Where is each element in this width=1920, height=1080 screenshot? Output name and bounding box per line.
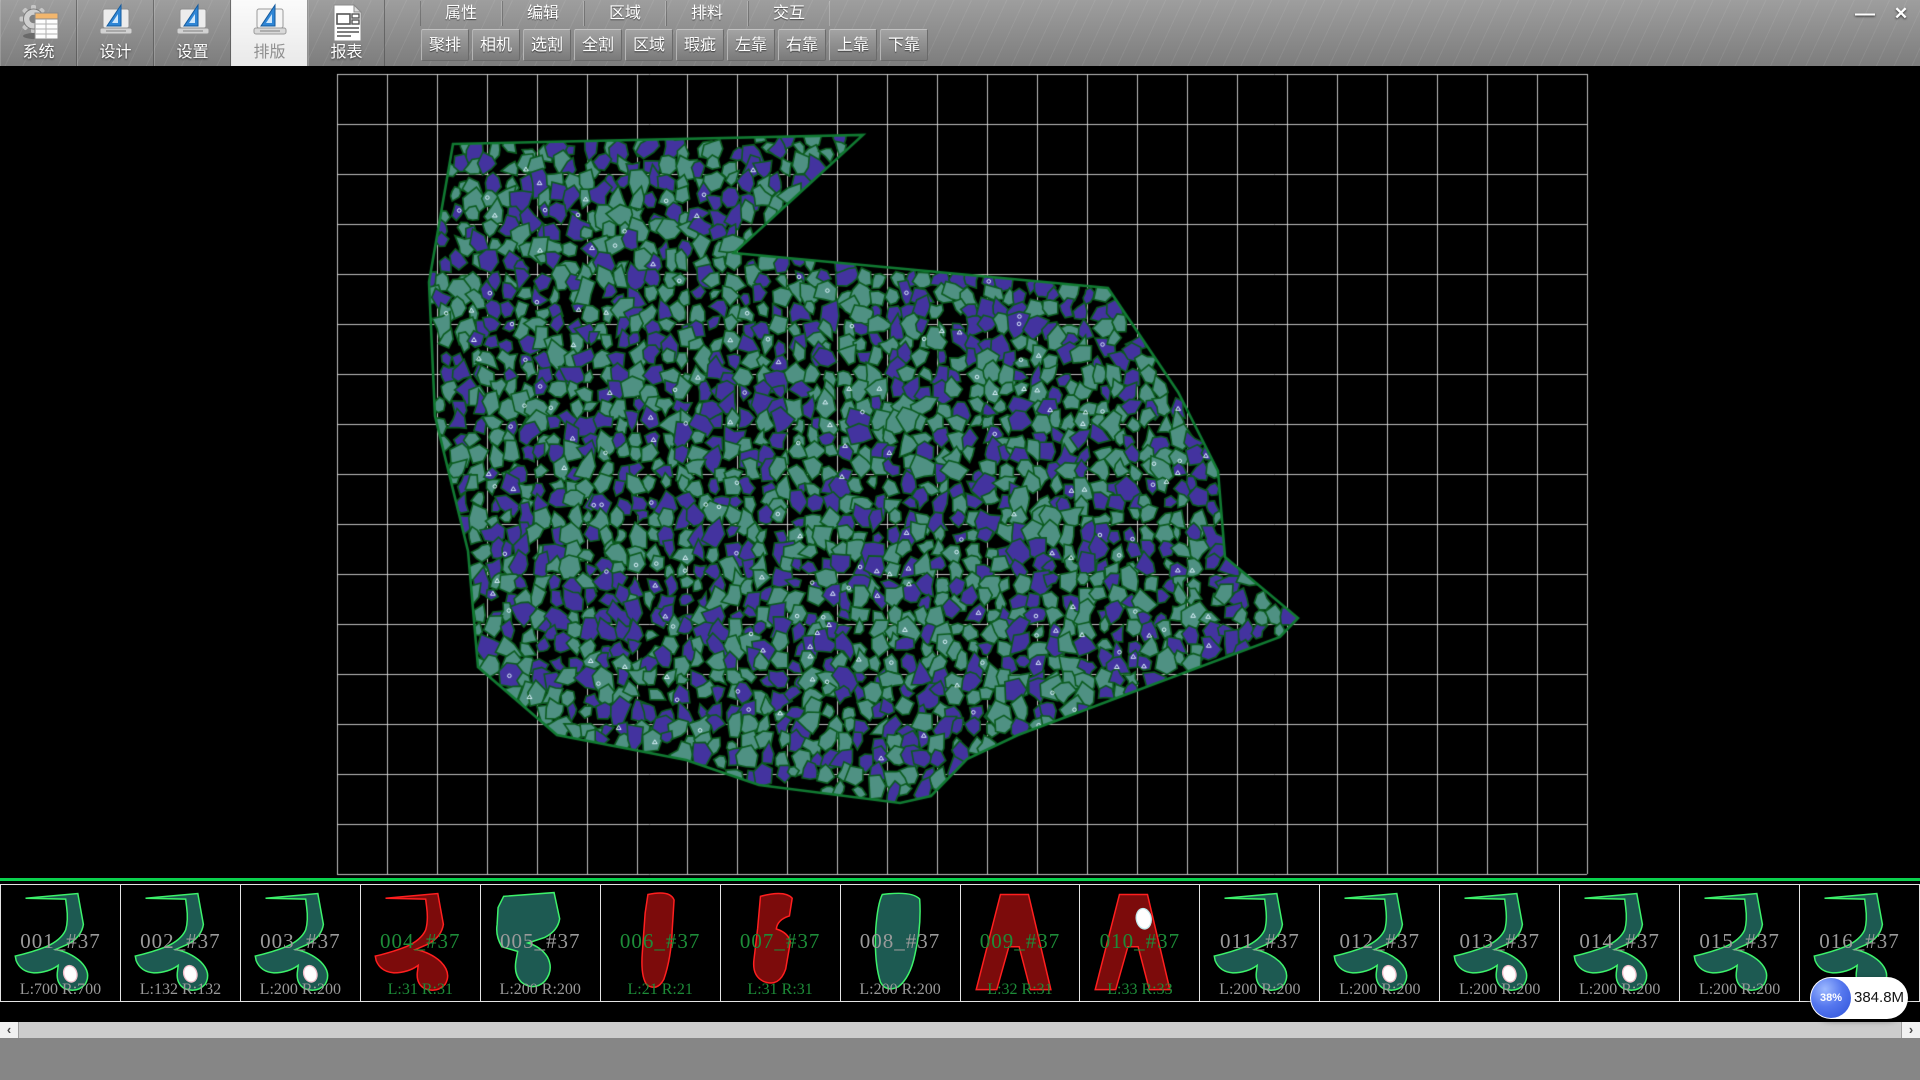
bottom-bar [0, 1038, 1920, 1080]
app-button-settings[interactable]: 设置 [154, 0, 231, 66]
app-buttons: 系统 设计 [0, 0, 385, 66]
part-thumbnail[interactable]: 015_#37 L:200 R:200 [1680, 885, 1800, 1001]
part-name: 006_#37 [601, 929, 720, 954]
horizontal-scrollbar[interactable]: ‹ › [0, 1022, 1920, 1038]
part-thumbnail[interactable]: 005_#37 L:200 R:200 [481, 885, 601, 1001]
part-name: 004_#37 [361, 929, 480, 954]
part-name: 008_#37 [841, 929, 960, 954]
report-document-icon [325, 3, 369, 43]
part-thumbnail[interactable]: 010_#37 L:33 R:33 [1080, 885, 1200, 1001]
part-thumbnail[interactable]: 002_#37 L:132 R:132 [121, 885, 241, 1001]
tool-select-cut[interactable]: 选割 [523, 29, 571, 61]
part-thumbnail[interactable]: 003_#37 L:200 R:200 [241, 885, 361, 1001]
part-lr-count: L:31 R:31 [361, 981, 480, 999]
part-thumbnail[interactable]: 007_#37 L:31 R:31 [721, 885, 841, 1001]
nesting-ruler-icon [248, 3, 292, 43]
menu-properties[interactable]: 属性 [420, 1, 502, 26]
part-name: 009_#37 [961, 929, 1080, 954]
part-thumbnail[interactable]: 013_#37 L:200 R:200 [1440, 885, 1560, 1001]
memory-used-label: 384.8M [1854, 977, 1904, 1019]
part-name: 015_#37 [1680, 929, 1799, 954]
part-thumbnail[interactable]: 006_#37 L:21 R:21 [601, 885, 721, 1001]
part-name: 001_#37 [1, 929, 120, 954]
parts-strip-accent-line [0, 878, 1920, 881]
part-lr-count: L:132 R:132 [121, 981, 240, 999]
app-button-label: 报表 [330, 43, 362, 63]
tool-cluster-nest[interactable]: 聚排 [421, 29, 469, 61]
part-name: 013_#37 [1440, 929, 1559, 954]
part-lr-count: L:200 R:200 [481, 981, 600, 999]
part-lr-count: L:33 R:33 [1080, 981, 1199, 999]
nesting-workspace[interactable] [0, 66, 1920, 878]
part-lr-count: L:200 R:200 [1320, 981, 1439, 999]
menu-region[interactable]: 区域 [584, 1, 666, 26]
part-lr-count: L:200 R:200 [1560, 981, 1679, 999]
minimize-button[interactable]: — [1850, 2, 1880, 26]
app-button-label: 设置 [176, 43, 208, 63]
part-thumbnail[interactable]: 012_#37 L:200 R:200 [1320, 885, 1440, 1001]
tool-bar: 聚排 相机 选割 全割 区域 瑕疵 左靠 右靠 上靠 下靠 [421, 29, 931, 62]
ribbon-bar: 系统 设计 [0, 0, 1920, 66]
part-lr-count: L:200 R:200 [241, 981, 360, 999]
part-thumbnail[interactable]: 001_#37 L:700 R:700 [0, 885, 121, 1001]
design-ruler-icon [94, 3, 138, 43]
tool-camera[interactable]: 相机 [472, 29, 520, 61]
menu-nesting[interactable]: 排料 [666, 1, 748, 26]
part-lr-count: L:200 R:200 [1440, 981, 1559, 999]
app-button-design[interactable]: 设计 [77, 0, 154, 66]
tool-defect[interactable]: 瑕疵 [676, 29, 724, 61]
nesting-canvas[interactable] [0, 66, 1920, 878]
app-button-label: 设计 [99, 43, 131, 63]
scroll-left-button[interactable]: ‹ [0, 1022, 19, 1038]
app-button-report[interactable]: 报表 [308, 0, 385, 66]
part-name: 005_#37 [481, 929, 600, 954]
part-name: 003_#37 [241, 929, 360, 954]
part-lr-count: L:200 R:200 [1200, 981, 1319, 999]
part-name: 002_#37 [121, 929, 240, 954]
part-thumbnail[interactable]: 004_#37 L:31 R:31 [361, 885, 481, 1001]
part-name: 007_#37 [721, 929, 840, 954]
close-button[interactable]: ✕ [1886, 2, 1916, 26]
part-thumbnail[interactable]: 008_#37 L:200 R:200 [841, 885, 961, 1001]
memory-status-badge: 38% 384.8M [1810, 977, 1908, 1019]
memory-percent-indicator: 38% [1811, 978, 1851, 1018]
part-name: 016_#37 [1800, 929, 1919, 954]
app-button-nesting[interactable]: 排版 [231, 0, 308, 66]
part-thumbnail[interactable]: 011_#37 L:200 R:200 [1200, 885, 1320, 1001]
window-controls: — ✕ [1850, 2, 1916, 26]
tool-snap-right[interactable]: 右靠 [778, 29, 826, 61]
menu-bar: 属性 编辑 区域 排料 交互 [420, 1, 830, 27]
part-lr-count: L:31 R:31 [721, 981, 840, 999]
part-name: 010_#37 [1080, 929, 1199, 954]
part-name: 012_#37 [1320, 929, 1439, 954]
menu-interaction[interactable]: 交互 [748, 1, 830, 26]
part-lr-count: L:21 R:21 [601, 981, 720, 999]
tool-region[interactable]: 区域 [625, 29, 673, 61]
part-lr-count: L:32 R:31 [961, 981, 1080, 999]
app-button-label: 排版 [253, 43, 285, 63]
part-lr-count: L:200 R:200 [1680, 981, 1799, 999]
part-thumbnail[interactable]: 014_#37 L:200 R:200 [1560, 885, 1680, 1001]
part-thumbnail[interactable]: 009_#37 L:32 R:31 [961, 885, 1081, 1001]
parts-strip: 001_#37L:700 R:700002_#37L:132 R:132003_… [0, 878, 1920, 1022]
parts-list: 001_#37L:700 R:700002_#37L:132 R:132003_… [0, 884, 1920, 1002]
tool-snap-left[interactable]: 左靠 [727, 29, 775, 61]
part-name: 014_#37 [1560, 929, 1679, 954]
app-button-system[interactable]: 系统 [0, 0, 77, 66]
tool-snap-top[interactable]: 上靠 [829, 29, 877, 61]
settings-ruler-icon [171, 3, 215, 43]
tool-cut-all[interactable]: 全割 [574, 29, 622, 61]
part-name: 011_#37 [1200, 929, 1319, 954]
part-lr-count: L:200 R:200 [841, 981, 960, 999]
tool-snap-bottom[interactable]: 下靠 [880, 29, 928, 61]
menu-edit[interactable]: 编辑 [502, 1, 584, 26]
gear-system-icon [17, 3, 61, 43]
scroll-right-button[interactable]: › [1901, 1022, 1920, 1038]
part-lr-count: L:700 R:700 [1, 981, 120, 999]
app-button-label: 系统 [22, 43, 54, 63]
